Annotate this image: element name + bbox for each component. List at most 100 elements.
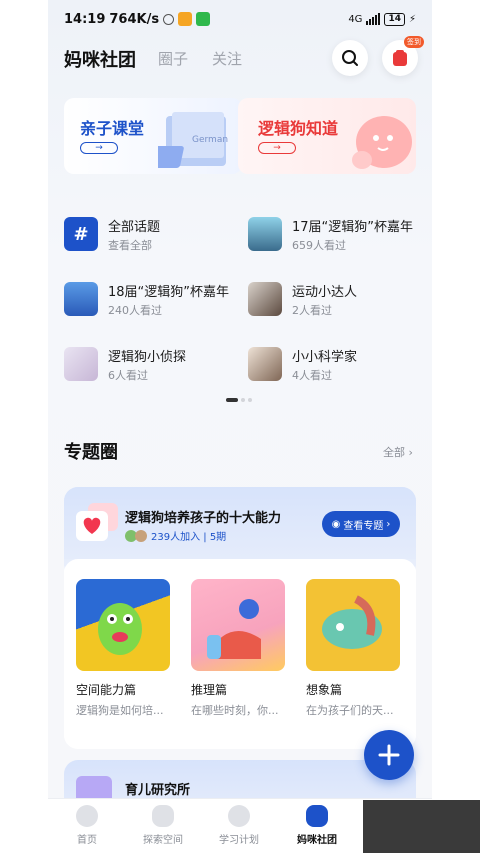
avatar [135, 529, 147, 542]
topic-17th-carnival[interactable]: 17届“逻辑狗”杯嘉年 659人看过 [248, 215, 424, 255]
battery-icon: 14 [384, 12, 405, 26]
nav-explore[interactable]: 探索空间 [128, 805, 198, 846]
sub-card-reasoning[interactable]: 推理篇 在哪些时刻，你... [191, 579, 285, 718]
book-illustration: German [158, 112, 228, 168]
hearts-icon [76, 503, 118, 541]
topic-thumbnail [64, 347, 98, 381]
nav-label: 探索空间 [143, 835, 183, 846]
sub-card-desc: 在哪些时刻，你... [191, 704, 279, 717]
side-margin-left [0, 0, 48, 853]
gift-icon [393, 50, 407, 66]
search-button[interactable] [332, 40, 368, 76]
sub-card-imagination[interactable]: 想象篇 在为孩子们的天... [306, 579, 400, 718]
signin-badge: 签到 [404, 36, 424, 48]
topic-thumbnail [248, 282, 282, 316]
eye-icon: ◉ [331, 518, 341, 530]
banner-parenting-class[interactable]: 亲子课堂 → German [64, 98, 242, 174]
banner-title: 逻辑狗知道 [258, 119, 339, 138]
topic-views: 659人看过 [292, 239, 346, 252]
topic-little-scientist[interactable]: 小小科学家 4人看过 [248, 345, 424, 385]
book-text: German [192, 135, 228, 145]
feature-card[interactable]: 逻辑狗培养孩子的十大能力 239人加入 | 5期 ◉ 查看专题 › 空间能力篇 … [64, 487, 416, 749]
nav-label: 首页 [77, 835, 97, 846]
arrow-right-icon: → [258, 142, 296, 154]
side-margin-right [432, 0, 480, 853]
topic-sports-star[interactable]: 运动小达人 2人看过 [248, 280, 424, 320]
topic-name: 全部话题 [108, 220, 161, 235]
chevron-right-icon: › [386, 518, 391, 530]
header: 妈咪社团 圈子 关注 签到 [64, 36, 424, 80]
nav-study-plan[interactable]: 学习计划 [204, 805, 274, 846]
topic-18th-carnival[interactable]: 18届“逻辑狗”杯嘉年 240人看过 [64, 280, 240, 320]
mascot-illustration [352, 116, 412, 169]
chevron-right-icon: › [408, 446, 413, 459]
plus-icon [378, 744, 400, 766]
hashtag-icon: # [64, 217, 98, 251]
topic-name: 运动小达人 [292, 285, 358, 300]
sub-card-title: 推理篇 [191, 683, 228, 697]
character-illustration [322, 595, 382, 649]
tab-circles[interactable]: 圈子 [158, 48, 188, 69]
nav-label: 学习计划 [219, 835, 259, 846]
wechat-icon [196, 12, 211, 26]
status-bar: 14:19 764K/s 4G 14 ⚡ [64, 8, 416, 30]
feature-title: 育儿研究所 [125, 783, 191, 798]
topic-name: 18届“逻辑狗”杯嘉年 [108, 285, 230, 300]
section-all-label: 全部 [383, 446, 405, 459]
status-time: 14:19 [64, 11, 106, 27]
topic-thumbnail [248, 217, 282, 251]
topic-thumbnail [64, 282, 98, 316]
nav-label: 妈咪社团 [297, 835, 337, 846]
view-topic-button[interactable]: ◉ 查看专题 › [322, 511, 400, 537]
sub-card-title: 想象篇 [306, 683, 343, 697]
view-topic-label: 查看专题 [343, 520, 384, 532]
section-all-link[interactable]: 全部 › [383, 444, 413, 460]
tab-mommy-club[interactable]: 妈咪社团 [64, 46, 136, 72]
sub-card-image [306, 579, 400, 671]
topic-name: 小小科学家 [292, 350, 358, 365]
topic-views: 4人看过 [292, 369, 332, 382]
topic-views: 查看全部 [108, 239, 152, 252]
tab-follow[interactable]: 关注 [212, 48, 242, 69]
arrow-right-icon: → [80, 142, 118, 154]
feature-meta-text: 239人加入 | 5期 [151, 532, 227, 543]
feature-meta: 239人加入 | 5期 [125, 528, 226, 543]
topic-views: 240人看过 [108, 304, 162, 317]
topic-views: 6人看过 [108, 369, 148, 382]
topic-logic-dog-detective[interactable]: 逻辑狗小侦探 6人看过 [64, 345, 240, 385]
sub-card-title: 空间能力篇 [76, 683, 137, 697]
status-speed: 764K/s [109, 11, 160, 27]
network-label: 4G [348, 13, 363, 25]
banner-title: 亲子课堂 [80, 119, 145, 138]
mute-icon [163, 13, 175, 25]
nav-home[interactable]: 首页 [52, 805, 122, 846]
nav-mommy-club[interactable]: 妈咪社团 [282, 805, 352, 846]
signal-icon [366, 13, 381, 25]
overlay-block [363, 800, 480, 853]
pagination-dots [226, 398, 252, 402]
robot-icon [228, 805, 250, 827]
charging-icon: ⚡ [408, 13, 416, 25]
topic-views: 2人看过 [292, 304, 332, 317]
sub-card-desc: 在为孩子们的天... [306, 704, 394, 717]
sub-card-desc: 逻辑狗是如何培... [76, 704, 164, 717]
character-illustration [98, 603, 142, 655]
club-icon [306, 805, 328, 827]
planet-icon [152, 805, 174, 827]
search-icon [342, 50, 358, 66]
home-icon [76, 805, 98, 827]
topic-thumbnail [248, 347, 282, 381]
topic-all[interactable]: # 全部话题 查看全部 [64, 215, 240, 255]
sub-card-image [191, 579, 285, 671]
app-notification-icon [178, 12, 193, 26]
banner-logic-dog-knows[interactable]: 逻辑狗知道 → [238, 98, 416, 174]
sub-card-spatial[interactable]: 空间能力篇 逻辑狗是如何培... [76, 579, 170, 718]
character-illustration [207, 599, 261, 659]
feature-card-body: 空间能力篇 逻辑狗是如何培... 推理篇 在哪些时刻，你... 想象篇 在为孩子… [64, 559, 416, 749]
signin-button[interactable]: 签到 [382, 36, 424, 76]
feature-title: 逻辑狗培养孩子的十大能力 [125, 511, 282, 526]
add-post-button[interactable] [364, 730, 414, 780]
sub-card-image [76, 579, 170, 671]
topic-name: 17届“逻辑狗”杯嘉年 [292, 220, 414, 235]
section-title: 专题圈 [64, 442, 118, 463]
